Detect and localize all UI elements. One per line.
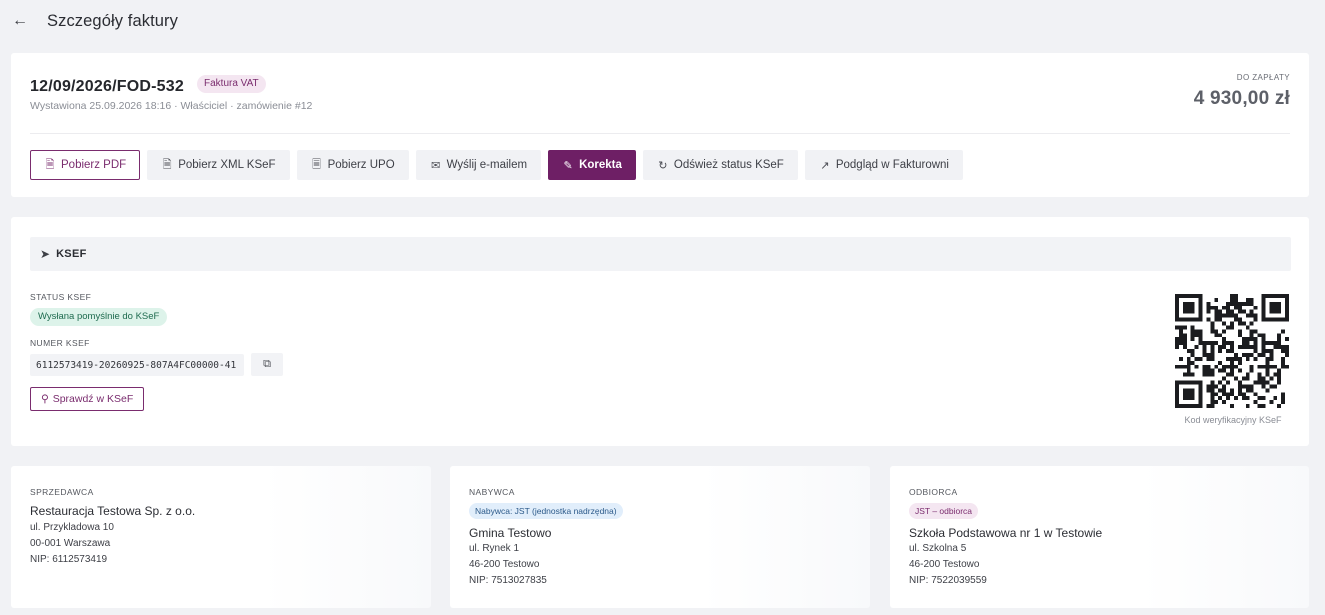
- buyer-name: Gmina Testowo: [469, 526, 552, 540]
- ksef-card: ➤ KSEF STATUS KSEF Wysłana pomyślnie do …: [11, 217, 1309, 446]
- recipient-type-badge: JST – odbiorca: [909, 503, 979, 519]
- ksef-number-value: 6112573419-20260925-807A4FC00000-41: [30, 354, 244, 376]
- top-bar: ← Szczegóły faktury: [0, 0, 1325, 44]
- check-in-ksef-button[interactable]: ⚲ Sprawdź w KSeF: [30, 387, 145, 411]
- send-icon: ➤: [40, 247, 51, 261]
- seller-city: 00-001 Warszawa: [30, 538, 111, 549]
- seller-card: SPRZEDAWCA Restauracja Testowa Sp. z o.o…: [11, 466, 431, 608]
- recipient-nip: NIP: 7522039559: [909, 575, 987, 586]
- correction-label: Korekta: [579, 159, 622, 171]
- buyer-label: NABYWCA: [469, 487, 515, 497]
- send-email-button[interactable]: ✉ Wyślij e-mailem: [415, 150, 542, 180]
- download-pdf-button[interactable]: 🗎 Pobierz PDF: [30, 150, 141, 180]
- buyer-card: NABYWCA Nabywca: JST (jednostka nadrzędn…: [450, 466, 870, 608]
- envelope-icon: ✉: [431, 159, 441, 172]
- buyer-nip: NIP: 7513027835: [469, 575, 547, 586]
- invoice-issued-info: Wystawiona 25.09.2026 18:16 · Właściciel…: [30, 100, 313, 112]
- download-pdf-label: Pobierz PDF: [61, 159, 127, 171]
- download-upo-label: Pobierz UPO: [327, 159, 395, 171]
- ksef-number-label: NUMER KSEF: [30, 338, 90, 348]
- file-pdf-icon: 🗎: [45, 158, 55, 171]
- download-xml-ksef-button[interactable]: 🗎 Pobierz XML KSeF: [147, 150, 290, 180]
- seller-label: SPRZEDAWCA: [30, 487, 94, 497]
- invoice-actions: 🗎 Pobierz PDF 🗎 Pobierz XML KSeF 🗏 Pobie…: [30, 150, 963, 180]
- send-email-label: Wyślij e-mailem: [446, 159, 528, 171]
- refresh-ksef-status-label: Odśwież status KSeF: [673, 159, 784, 171]
- correction-button[interactable]: ✎ Korekta: [548, 150, 636, 180]
- file-code-icon: 🗎: [162, 158, 172, 171]
- divider: [30, 133, 1290, 134]
- search-icon: ⚲: [41, 393, 49, 405]
- qr-caption: Kod weryfikacyjny KSeF: [1184, 415, 1282, 425]
- invoice-number: 12/09/2026/FOD-532: [30, 78, 184, 95]
- buyer-street: ul. Rynek 1: [469, 543, 520, 554]
- ksef-section-title: KSEF: [56, 248, 87, 260]
- preview-fakturownia-button[interactable]: ↗ Podgląd w Fakturowni: [804, 150, 963, 180]
- ksef-status-label: STATUS KSEF: [30, 292, 92, 302]
- edit-icon: ✎: [563, 159, 573, 172]
- seller-nip: NIP: 6112573419: [30, 554, 108, 565]
- arrow-left-icon[interactable]: ←: [10, 11, 30, 31]
- preview-fakturownia-label: Podgląd w Fakturowni: [835, 159, 949, 171]
- recipient-street: ul. Szkolna 5: [909, 543, 967, 554]
- download-upo-button[interactable]: 🗏 Pobierz UPO: [296, 150, 409, 180]
- ksef-section-header: ➤ KSEF: [30, 237, 1291, 271]
- invoice-summary-card: 12/09/2026/FOD-532 Faktura VAT Wystawion…: [11, 53, 1309, 197]
- external-link-icon: ↗: [820, 159, 830, 172]
- ksef-status-badge: Wysłana pomyślnie do KSeF: [30, 308, 168, 326]
- recipient-card: ODBIORCA JST – odbiorca Szkoła Podstawow…: [890, 466, 1309, 608]
- buyer-city: 46-200 Testowo: [469, 559, 540, 570]
- check-in-ksef-label: Sprawdź w KSeF: [52, 393, 134, 405]
- ksef-qr-code: [1175, 294, 1289, 408]
- page-title: Szczegóły faktury: [47, 12, 179, 30]
- recipient-label: ODBIORCA: [909, 487, 958, 497]
- download-xml-ksef-label: Pobierz XML KSeF: [178, 159, 276, 171]
- recipient-city: 46-200 Testowo: [909, 559, 980, 570]
- receipt-icon: 🗏: [312, 158, 321, 171]
- buyer-type-badge: Nabywca: JST (jednostka nadrzędna): [469, 503, 623, 519]
- refresh-icon: ↻: [658, 159, 668, 172]
- refresh-ksef-status-button[interactable]: ↻ Odśwież status KSeF: [642, 150, 798, 180]
- invoice-type-badge: Faktura VAT: [197, 75, 266, 93]
- amount-due-label: DO ZAPŁATY: [1236, 73, 1290, 82]
- copy-icon[interactable]: ⧉: [251, 353, 283, 376]
- recipient-name: Szkoła Podstawowa nr 1 w Testowie: [909, 526, 1103, 540]
- seller-name: Restauracja Testowa Sp. z o.o.: [30, 504, 196, 518]
- amount-due-value: 4 930,00 zł: [1193, 88, 1290, 109]
- seller-street: ul. Przykladowa 10: [30, 522, 114, 533]
